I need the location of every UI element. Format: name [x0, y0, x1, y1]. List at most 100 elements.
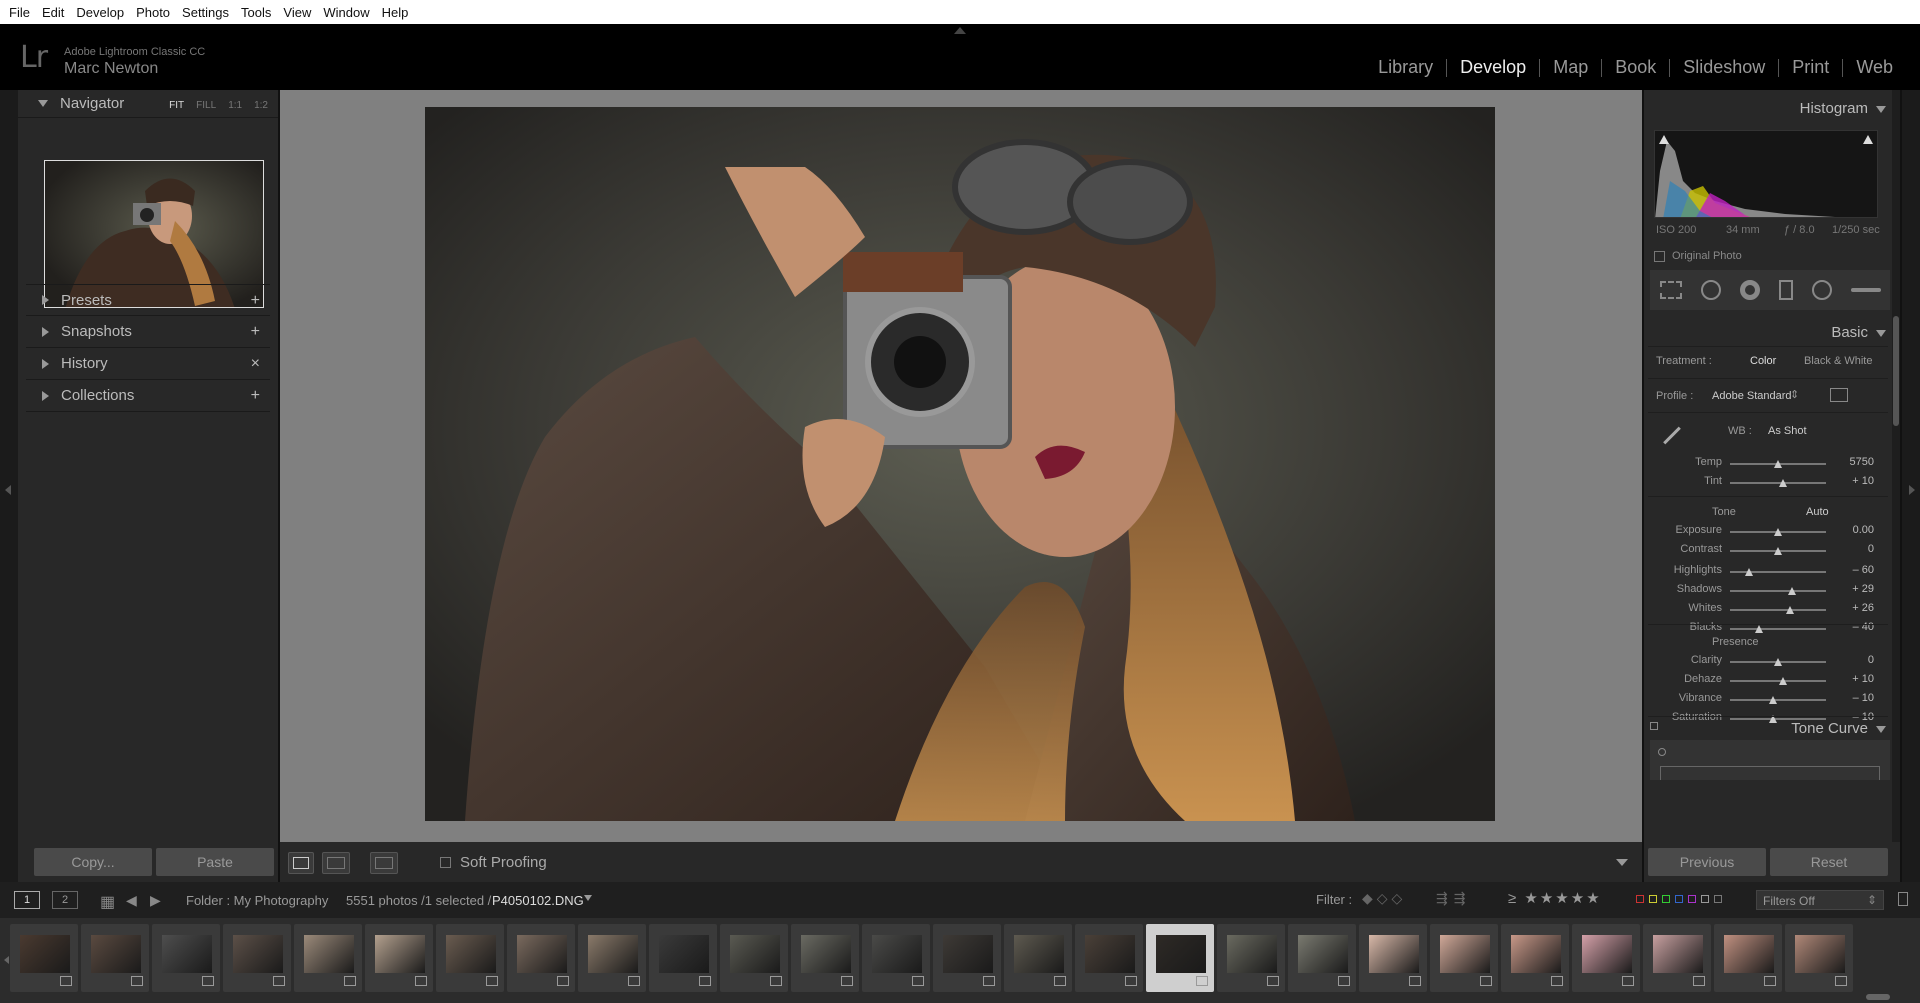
histogram-header[interactable]: Histogram — [1800, 100, 1886, 117]
zoom-1-2[interactable]: 1:2 — [254, 100, 268, 111]
filmstrip[interactable] — [0, 918, 1920, 1003]
edit-filter-icons[interactable]: ⇶⇶ — [1436, 890, 1471, 907]
module-develop[interactable]: Develop — [1447, 57, 1539, 78]
wb-select[interactable]: As Shot — [1768, 425, 1807, 437]
graduated-filter-icon[interactable] — [1778, 280, 1793, 300]
forward-arrow-icon[interactable]: ▶ — [150, 892, 161, 909]
no-label-icon[interactable] — [1714, 895, 1722, 903]
flag-filter-icons[interactable]: ◆◇◇ — [1362, 890, 1406, 907]
filmstrip-thumbnail[interactable] — [294, 924, 362, 992]
tone-curve-header[interactable]: Tone Curve — [1791, 720, 1886, 737]
module-library[interactable]: Library — [1365, 57, 1446, 78]
toolbar-menu-arrow-icon[interactable] — [1616, 859, 1628, 866]
slider-value-vibrance[interactable]: – 10 — [1834, 692, 1874, 704]
filmstrip-thumbnail[interactable] — [1075, 924, 1143, 992]
add-snapshot-icon[interactable]: + — [251, 323, 260, 341]
menu-view[interactable]: View — [283, 5, 311, 20]
image-canvas[interactable] — [280, 90, 1642, 842]
star-rating-filter[interactable]: ≥ ★★★★★ — [1508, 889, 1602, 907]
selected-filename[interactable]: P4050102.DNG — [492, 893, 584, 908]
navigator-header[interactable]: Navigator FIT FILL 1:1 1:2 — [18, 90, 278, 118]
auto-tone-button[interactable]: Auto — [1806, 506, 1829, 518]
filmstrip-thumbnail[interactable] — [1359, 924, 1427, 992]
filmstrip-thumbnail[interactable] — [1004, 924, 1072, 992]
module-map[interactable]: Map — [1540, 57, 1601, 78]
menu-tools[interactable]: Tools — [241, 5, 271, 20]
menu-edit[interactable]: Edit — [42, 5, 64, 20]
slider-track-shadows[interactable] — [1730, 590, 1826, 592]
green-label-icon[interactable] — [1662, 895, 1670, 903]
menu-settings[interactable]: Settings — [182, 5, 229, 20]
filmstrip-thumbnail[interactable] — [1572, 924, 1640, 992]
soft-proofing-checkbox[interactable] — [440, 857, 451, 868]
filmstrip-lock-icon[interactable] — [1898, 892, 1908, 906]
custom-label-icon[interactable] — [1701, 895, 1709, 903]
tone-curve-area[interactable] — [1650, 740, 1890, 780]
original-photo-checkbox[interactable] — [1654, 250, 1665, 262]
filmstrip-left-arrow-icon[interactable] — [4, 956, 9, 964]
slider-thumb-contrast[interactable] — [1774, 547, 1782, 555]
filmstrip-scroll-thumb[interactable] — [1866, 994, 1890, 1000]
slider-track-whites[interactable] — [1730, 609, 1826, 611]
filmstrip-thumbnail[interactable] — [1714, 924, 1782, 992]
filmstrip-thumbnail[interactable] — [1785, 924, 1853, 992]
shadow-clipping-icon[interactable] — [1659, 135, 1669, 144]
target-adjustment-icon[interactable] — [1658, 748, 1666, 756]
filmstrip-thumbnail[interactable] — [933, 924, 1001, 992]
primary-window-button[interactable]: 1 — [14, 891, 40, 909]
slider-thumb-whites[interactable] — [1786, 606, 1795, 614]
slider-thumb-vibrance[interactable] — [1769, 696, 1778, 704]
slider-value-blacks[interactable]: – 40 — [1834, 621, 1874, 633]
filmstrip-thumbnail[interactable] — [862, 924, 930, 992]
copy-button[interactable]: Copy... — [34, 848, 152, 876]
filmstrip-thumbnail[interactable] — [1643, 924, 1711, 992]
collapse-top-arrow-icon[interactable] — [954, 27, 966, 34]
collapse-left-arrow-icon[interactable] — [5, 485, 11, 495]
collections-header[interactable]: Collections + — [26, 380, 270, 412]
right-edge[interactable] — [1902, 90, 1920, 882]
clear-history-icon[interactable]: × — [251, 355, 260, 373]
slider-value-highlights[interactable]: – 60 — [1834, 564, 1874, 576]
purple-label-icon[interactable] — [1688, 895, 1696, 903]
slider-thumb-temp[interactable] — [1774, 460, 1782, 468]
left-edge[interactable] — [0, 90, 18, 882]
filter-preset-select[interactable]: Filters Off ⇕ — [1756, 890, 1884, 910]
slider-thumb-clarity[interactable] — [1774, 658, 1782, 666]
slider-track-vibrance[interactable] — [1730, 699, 1826, 701]
white-balance-eyedropper-icon[interactable] — [1658, 424, 1682, 448]
menu-help[interactable]: Help — [382, 5, 409, 20]
menu-photo[interactable]: Photo — [136, 5, 170, 20]
slider-value-contrast[interactable]: 0 — [1834, 543, 1874, 555]
menu-file[interactable]: File — [9, 5, 30, 20]
filmstrip-thumbnail[interactable] — [81, 924, 149, 992]
tone-curve-toggle-icon[interactable] — [1650, 722, 1658, 730]
filmstrip-thumbnail[interactable] — [720, 924, 788, 992]
module-web[interactable]: Web — [1843, 57, 1906, 78]
before-after-split-button[interactable] — [370, 852, 398, 874]
folder-source[interactable]: Folder : My Photography — [186, 893, 328, 908]
filmstrip-thumbnail[interactable] — [791, 924, 859, 992]
module-slideshow[interactable]: Slideshow — [1670, 57, 1778, 78]
slider-thumb-highlights[interactable] — [1745, 568, 1754, 576]
slider-track-blacks[interactable] — [1730, 628, 1826, 630]
history-header[interactable]: History × — [26, 348, 270, 380]
profile-browser-icon[interactable] — [1830, 388, 1848, 402]
grid-view-icon[interactable]: ▦ — [100, 892, 115, 912]
slider-value-exposure[interactable]: 0.00 — [1834, 524, 1874, 536]
filmstrip-thumbnail[interactable] — [10, 924, 78, 992]
reset-button[interactable]: Reset — [1770, 848, 1888, 876]
color-label-filter[interactable] — [1636, 895, 1722, 903]
previous-button[interactable]: Previous — [1648, 848, 1766, 876]
profile-select[interactable]: Adobe Standard — [1712, 390, 1792, 402]
original-photo-toggle[interactable]: Original Photo — [1654, 250, 1742, 262]
slider-thumb-dehaze[interactable] — [1778, 677, 1787, 685]
slider-thumb-shadows[interactable] — [1788, 587, 1797, 595]
module-print[interactable]: Print — [1779, 57, 1842, 78]
basic-header[interactable]: Basic — [1831, 324, 1886, 341]
collapse-right-arrow-icon[interactable] — [1909, 485, 1915, 495]
paste-button[interactable]: Paste — [156, 848, 274, 876]
slider-value-whites[interactable]: + 26 — [1834, 602, 1874, 614]
menu-develop[interactable]: Develop — [76, 5, 124, 20]
yellow-label-icon[interactable] — [1649, 895, 1657, 903]
filmstrip-thumbnail[interactable] — [507, 924, 575, 992]
